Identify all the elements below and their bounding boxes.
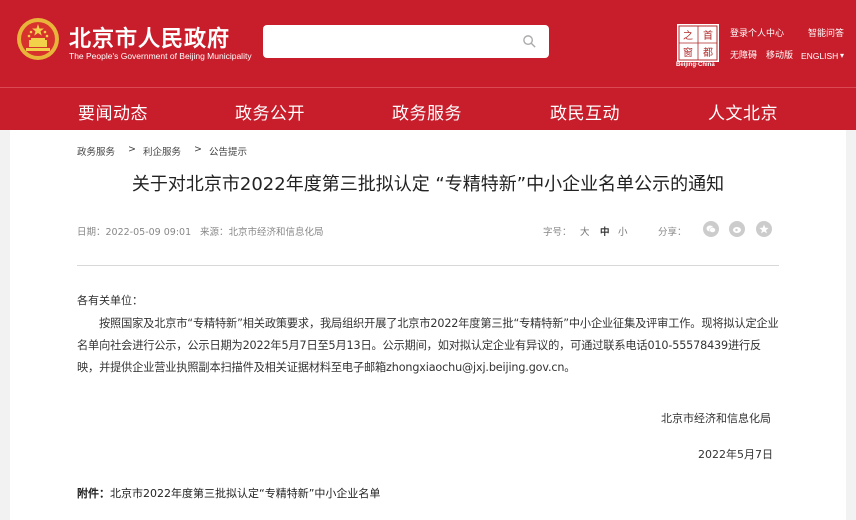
article-paragraph: 按照国家及北京市“专精特新”相关政策要求，我局组织开展了北京市2022年度第三批… [77, 317, 779, 374]
publish-date: 日期：2022-05-09 09:01 [77, 227, 192, 238]
site-header: 北京市人民政府 The People's Government of Beiji… [0, 0, 856, 130]
wechat-icon[interactable] [703, 221, 719, 237]
accessibility-link[interactable]: 无障碍 [730, 48, 757, 61]
chevron-down-icon[interactable]: ▾ [840, 51, 844, 60]
logo-char: 窗 [683, 46, 693, 59]
font-size-large[interactable]: 大 [580, 224, 590, 238]
smart-qa-link[interactable]: 智能问答 [808, 26, 844, 39]
signature: 北京市经济和信息化局 [661, 412, 771, 425]
nav-news[interactable]: 要闻动态 [78, 99, 148, 124]
nav-interaction[interactable]: 政民互动 [550, 99, 620, 124]
language-switch[interactable]: ENGLISH [801, 51, 838, 61]
nav-services[interactable]: 政务服务 [392, 99, 462, 124]
breadcrumb-item[interactable]: 政务服务 [77, 144, 115, 158]
meta-divider [77, 265, 779, 266]
font-size-medium[interactable]: 中 [600, 224, 610, 238]
logo-char: 之 [683, 29, 693, 42]
attachment: 附件：北京市2022年度第三批拟认定“专精特新”中小企业名单 [77, 485, 380, 501]
greeting: 各有关单位： [77, 294, 143, 307]
login-link[interactable]: 登录个人中心 [730, 26, 784, 39]
search-icon[interactable] [522, 34, 537, 49]
breadcrumb-separator: > [128, 144, 136, 155]
nav-public-affairs[interactable]: 政务公开 [235, 99, 305, 124]
site-title[interactable]: 北京市人民政府 [69, 21, 230, 53]
logo-char: 首 [703, 29, 713, 42]
mobile-link[interactable]: 移动版 [766, 48, 793, 61]
breadcrumb-separator: > [194, 144, 202, 155]
sign-date: 2022年5月7日 [698, 448, 773, 461]
font-size-label: 字号： [543, 227, 572, 238]
site-subtitle: The People's Government of Beijing Munic… [69, 51, 252, 61]
weibo-icon[interactable] [729, 221, 745, 237]
article-title: 关于对北京市2022年度第三批拟认定 “专精特新”中小企业名单公示的通知 [131, 174, 725, 195]
header-divider [0, 87, 856, 88]
attachment-label: 附件： [77, 487, 110, 500]
logo-char: 都 [703, 47, 713, 59]
article-source: 来源：北京市经济和信息化局 [200, 227, 324, 238]
star-icon[interactable] [756, 221, 772, 237]
attachment-link[interactable]: 北京市2022年度第三批拟认定“专精特新”中小企业名单 [110, 487, 380, 500]
article-panel: 政务服务 > 利企服务 > 公告提示 关于对北京市2022年度第三批拟认定 “专… [10, 130, 846, 520]
search-input[interactable] [263, 25, 549, 58]
capital-window-logo[interactable]: 首 都 之 窗 [677, 24, 719, 62]
font-size-small[interactable]: 小 [618, 224, 628, 238]
breadcrumb-item[interactable]: 公告提示 [209, 144, 247, 158]
emblem-icon [17, 18, 59, 60]
logo-caption: Beijing·China [676, 62, 715, 68]
nav-culture[interactable]: 人文北京 [708, 99, 778, 124]
share-label: 分享： [658, 227, 687, 238]
breadcrumb-item[interactable]: 利企服务 [143, 144, 181, 158]
